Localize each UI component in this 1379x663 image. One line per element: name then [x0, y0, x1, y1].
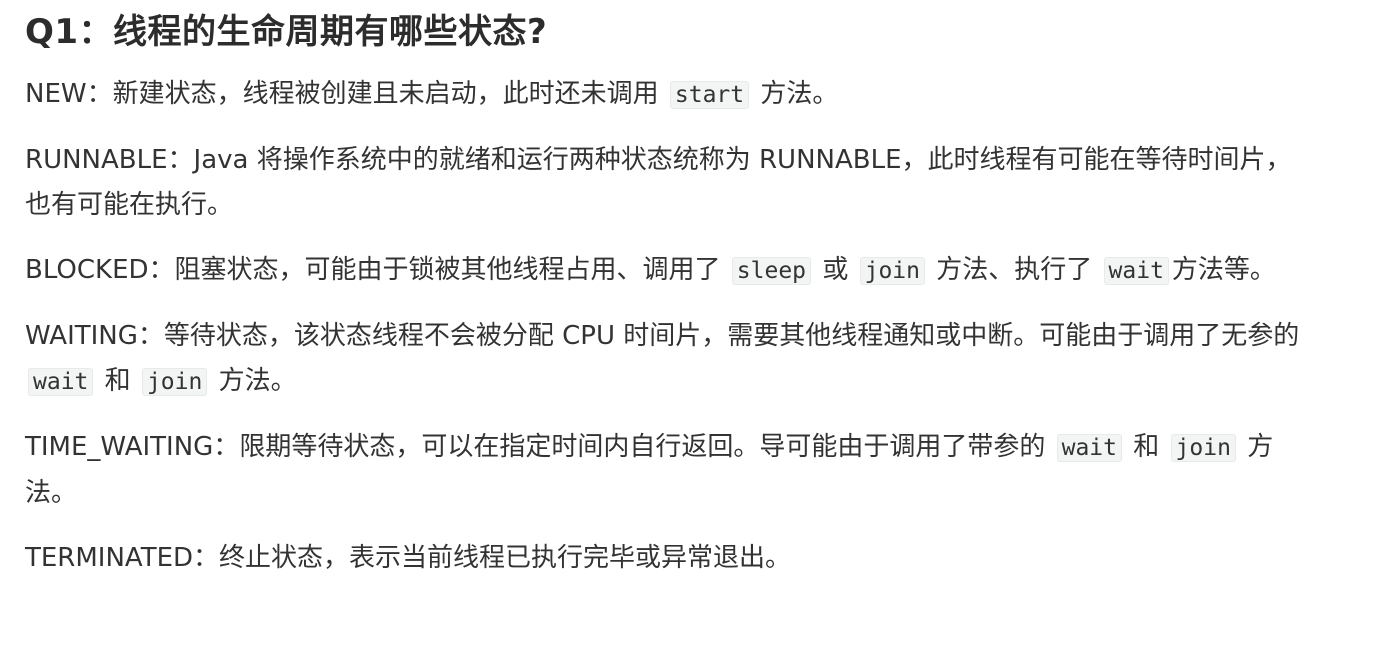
state-waiting-paragraph: WAITING：等待状态，该状态线程不会被分配 CPU 时间片，需要其他线程通知… — [25, 314, 1315, 405]
description-text: 或 — [822, 255, 849, 285]
description-text: 阻塞状态，可能由于锁被其他线程占用、调用了 — [174, 255, 721, 285]
state-label: NEW： — [25, 79, 113, 109]
state-label: RUNNABLE： — [25, 145, 194, 175]
state-blocked-paragraph: BLOCKED：阻塞状态，可能由于锁被其他线程占用、调用了 sleep 或 jo… — [25, 248, 1315, 294]
inline-code: join — [1170, 434, 1236, 462]
description-text: 限期等待状态，可以在指定时间内自行返回。导可能由于调用了带参的 — [239, 432, 1046, 462]
state-label: WAITING： — [25, 321, 164, 351]
description-text: 方法等。 — [1171, 255, 1276, 285]
inline-code: sleep — [731, 257, 812, 285]
description-text: 和 — [104, 366, 131, 396]
description-text: Java 将操作系统中的就绪和运行两种状态统称为 RUNNABLE，此时线程有可… — [25, 145, 1292, 220]
state-label: TERMINATED： — [25, 543, 220, 573]
description-text: 和 — [1133, 432, 1160, 462]
article: Q1：线程的生命周期有哪些状态? NEW：新建状态，线程被创建且未启动，此时还未… — [0, 0, 1379, 663]
inline-code: join — [859, 257, 925, 285]
state-time-waiting-paragraph: TIME_WAITING：限期等待状态，可以在指定时间内自行返回。导可能由于调用… — [25, 425, 1315, 516]
state-terminated-paragraph: TERMINATED：终止状态，表示当前线程已执行完毕或异常退出。 — [25, 536, 1315, 581]
description-text: 方法。 — [218, 366, 297, 396]
question-heading: Q1：线程的生命周期有哪些状态? — [25, 12, 548, 52]
description-text: 方法、执行了 — [936, 255, 1093, 285]
inline-code: join — [141, 368, 208, 396]
inline-code: wait — [1056, 434, 1122, 462]
description-text: 新建状态，线程被创建且未启动，此时还未调用 — [112, 79, 659, 109]
inline-code: start — [669, 81, 750, 109]
state-runnable-paragraph: RUNNABLE：Java 将操作系统中的就绪和运行两种状态统称为 RUNNAB… — [25, 138, 1315, 228]
state-label: TIME_WAITING： — [25, 432, 240, 462]
description-text: 方法。 — [760, 79, 839, 109]
description-text: 等待状态，该状态线程不会被分配 CPU 时间片，需要其他线程通知或中断。可能由于… — [163, 321, 1300, 351]
state-new-paragraph: NEW：新建状态，线程被创建且未启动，此时还未调用 start 方法。 — [25, 72, 1315, 118]
state-label: BLOCKED： — [25, 255, 175, 285]
description-text: 终止状态，表示当前线程已执行完毕或异常退出。 — [219, 543, 792, 573]
inline-code: wait — [28, 368, 94, 396]
inline-code: wait — [1103, 257, 1169, 285]
